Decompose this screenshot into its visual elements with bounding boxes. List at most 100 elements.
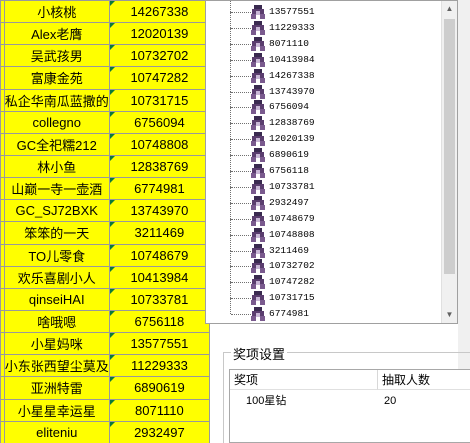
tree-item[interactable]: 10731715 — [206, 282, 442, 306]
tree-branch-line — [231, 218, 251, 220]
tree-item[interactable]: 2932497 — [206, 186, 442, 211]
nickname-cell[interactable]: GC_SJ72BXK — [3, 199, 110, 223]
count-column-header[interactable]: 抽取人数 — [378, 370, 470, 390]
nickname-cell[interactable]: 私企华南瓜蓝撒的 — [3, 88, 110, 112]
prize-count-cell[interactable]: 20 — [384, 394, 396, 408]
user-id-cell[interactable]: 6756094 — [108, 110, 210, 134]
tree-item[interactable]: 6756118 — [206, 155, 442, 179]
user-id-cell[interactable]: 10731715 — [108, 88, 210, 112]
scroll-down-icon[interactable]: ▼ — [442, 307, 457, 323]
user-id-cell[interactable]: 10748679 — [108, 243, 210, 267]
nickname-cell[interactable]: Alex老膺 — [3, 22, 110, 46]
tree-connector-line — [230, 266, 231, 283]
nickname-cell[interactable]: GC全祀糯212 — [3, 132, 110, 156]
user-id-cell[interactable]: 6890619 — [108, 376, 210, 400]
table-row[interactable]: GC_SJ72BXK 13743970 — [0, 199, 210, 223]
table-row[interactable]: qinseiHAI 10733781 — [0, 287, 210, 311]
tree-item-label: 10733781 — [269, 180, 315, 192]
scrollbar-thumb[interactable] — [444, 19, 455, 274]
nickname-cell[interactable]: collegno — [3, 110, 110, 134]
table-row[interactable]: 啥哦嗯 6756118 — [0, 309, 210, 334]
tree-item[interactable]: 12020139 — [206, 123, 442, 147]
nickname-cell[interactable]: 啥哦嗯 — [3, 309, 110, 334]
user-id-cell[interactable]: 10747282 — [108, 66, 210, 90]
prize-table[interactable]: 奖项 抽取人数 100星钻 20 — [229, 369, 470, 443]
prize-name-cell[interactable]: 100星钻 — [246, 394, 286, 408]
scroll-up-icon[interactable]: ▲ — [442, 1, 457, 17]
user-id-cell[interactable]: 2932497 — [108, 420, 210, 443]
nickname-cell[interactable]: 笨笨的一天 — [3, 221, 110, 245]
nickname-cell[interactable]: 山巅一寺一壶酒 — [3, 177, 110, 201]
user-id-cell[interactable]: 6756118 — [108, 309, 210, 334]
tree-item[interactable]: 8071110 — [206, 27, 442, 52]
nickname-cell[interactable]: 小星妈咪 — [3, 332, 110, 356]
table-row[interactable]: GC全祀糯212 10748808 — [0, 132, 210, 156]
table-row[interactable]: TO儿零食 10748679 — [0, 243, 210, 267]
nickname-cell[interactable]: 亚洲特雷 — [3, 376, 110, 400]
user-id-cell[interactable]: 8071110 — [108, 398, 210, 422]
user-node-icon — [251, 179, 265, 194]
user-id-cell[interactable]: 11229333 — [108, 354, 210, 378]
user-id-cell[interactable]: 12838769 — [108, 154, 210, 179]
tree-item[interactable]: 13743970 — [206, 75, 442, 100]
tree-item[interactable]: 10747282 — [206, 266, 442, 290]
user-id-cell[interactable]: 14267338 — [108, 0, 210, 24]
tree-item[interactable]: 6774981 — [206, 298, 442, 322]
table-row[interactable]: Alex老膺 12020139 — [0, 22, 210, 46]
tree-item[interactable]: 14267338 — [206, 59, 442, 84]
nickname-cell[interactable]: 吴武孩男 — [3, 44, 110, 68]
nickname-cell[interactable]: 小核桃 — [3, 0, 110, 24]
tree-item[interactable]: 11229333 — [206, 11, 442, 36]
spreadsheet[interactable]: 小核桃 14267338 Alex老膺 12020139 吴武孩男 10732702 富康金… — [0, 0, 210, 443]
user-id-cell[interactable]: 13577551 — [108, 332, 210, 356]
nickname-cell[interactable]: 小星星幸运星 — [3, 398, 110, 422]
tree-item[interactable]: 10733781 — [206, 170, 442, 195]
table-row[interactable]: 小东张西望尘莫及 11229333 — [0, 354, 210, 378]
table-row[interactable]: 亚洲特雷 6890619 — [0, 376, 210, 400]
table-row[interactable]: 欢乐喜剧小人 10413984 — [0, 265, 210, 289]
nickname-cell[interactable]: 欢乐喜剧小人 — [3, 265, 110, 289]
nickname-cell[interactable]: 小东张西望尘莫及 — [3, 354, 110, 378]
user-id-cell[interactable]: 10748808 — [108, 132, 210, 156]
tree-item[interactable]: 12838769 — [206, 107, 442, 131]
nickname-cell[interactable]: TO儿零食 — [3, 243, 110, 267]
table-row[interactable]: 小核桃 14267338 — [0, 0, 210, 24]
table-row[interactable]: 私企华南瓜蓝撒的 10731715 — [0, 88, 210, 112]
table-row[interactable]: eliteniu 2932497 — [0, 420, 210, 443]
table-row[interactable]: 山巅一寺一壶酒 6774981 — [0, 177, 210, 201]
tree-view[interactable]: 13577551 11229333 8071110 10413984 14267338 1… — [206, 1, 442, 323]
table-row[interactable]: 林小鱼 12838769 — [0, 154, 210, 179]
tree-item[interactable]: 10413984 — [206, 43, 442, 68]
user-id-cell[interactable]: 6774981 — [108, 177, 210, 201]
user-id-cell[interactable]: 10733781 — [108, 287, 210, 311]
tree-item[interactable]: 13577551 — [206, 1, 442, 20]
table-row[interactable]: 小星妈咪 13577551 — [0, 332, 210, 356]
table-row[interactable]: 吴武孩男 10732702 — [0, 44, 210, 68]
nickname-cell[interactable]: 林小鱼 — [3, 154, 110, 179]
winner-tree-list[interactable]: 13577551 11229333 8071110 10413984 14267338 1… — [205, 0, 458, 324]
user-id-cell[interactable]: 12020139 — [108, 22, 210, 46]
nickname-cell[interactable]: eliteniu — [3, 420, 110, 443]
tree-item[interactable]: 6756094 — [206, 91, 442, 115]
user-id-cell[interactable]: 3211469 — [108, 221, 210, 245]
table-row[interactable]: collegno 6756094 — [0, 110, 210, 134]
user-node-icon — [251, 5, 265, 19]
nickname-cell[interactable]: qinseiHAI — [3, 287, 110, 311]
prize-column-header[interactable]: 奖项 — [230, 370, 378, 390]
table-row[interactable]: 笨笨的一天 3211469 — [0, 221, 210, 245]
table-row[interactable]: 小星星幸运星 8071110 — [0, 398, 210, 422]
table-row[interactable]: 富康金苑 10747282 — [0, 66, 210, 90]
tree-branch-line — [231, 123, 251, 125]
user-id-cell[interactable]: 10732702 — [108, 44, 210, 68]
tree-item[interactable]: 10748808 — [206, 218, 442, 243]
vertical-scrollbar[interactable]: ▲ ▼ — [441, 1, 457, 323]
tree-item[interactable]: 10732702 — [206, 250, 442, 274]
nickname-cell[interactable]: 富康金苑 — [3, 66, 110, 90]
user-id-cell[interactable]: 13743970 — [108, 199, 210, 223]
tree-item[interactable]: 6890619 — [206, 139, 442, 163]
tree-item[interactable]: 10748679 — [206, 202, 442, 227]
tree-item-label: 6756094 — [269, 101, 309, 113]
tree-item-label: 10732702 — [269, 260, 315, 272]
tree-item[interactable]: 3211469 — [206, 234, 442, 259]
user-id-cell[interactable]: 10413984 — [108, 265, 210, 289]
